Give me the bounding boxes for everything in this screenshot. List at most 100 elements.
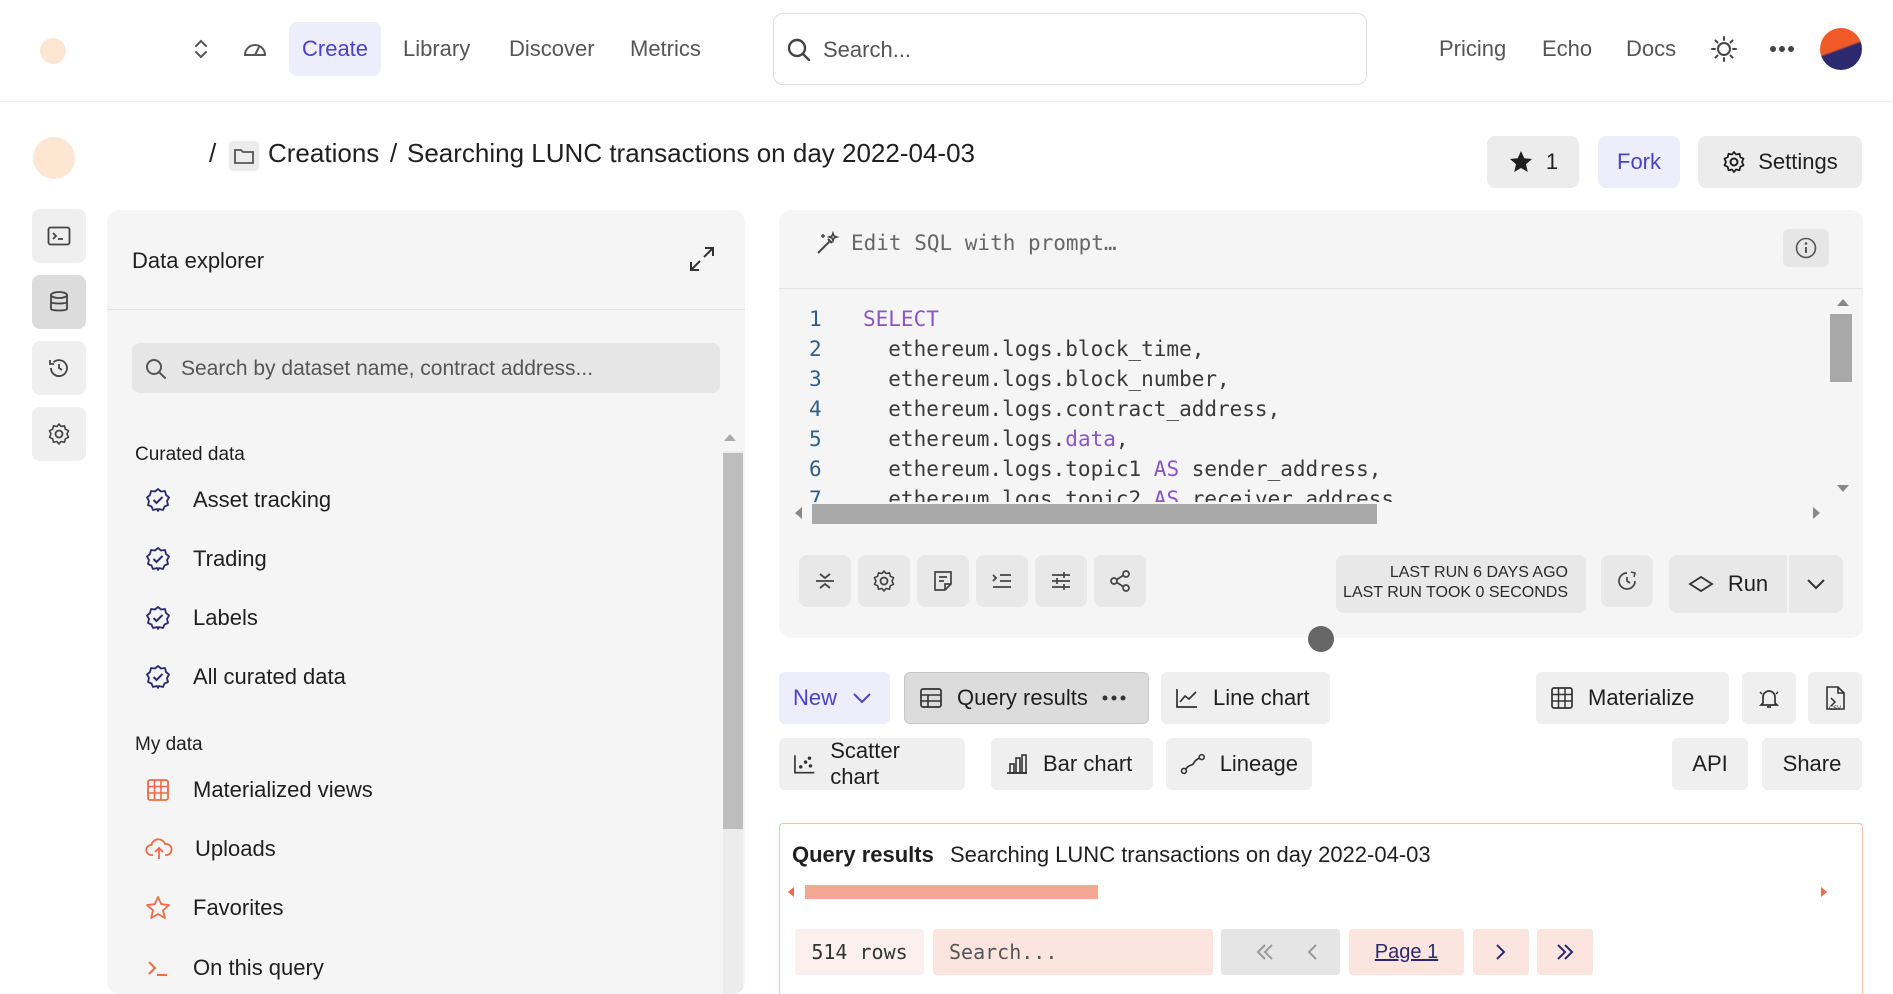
tab-query-results[interactable]: Query results (904, 672, 1149, 724)
nav-discover[interactable]: Discover (496, 22, 608, 76)
tab-line-chart[interactable]: Line chart (1161, 672, 1330, 724)
collapse-icon (816, 573, 834, 589)
share-button[interactable]: Share (1762, 738, 1862, 790)
code-line[interactable]: 2 ethereum.logs.block_time, (809, 337, 1204, 367)
indent-button[interactable] (976, 555, 1028, 607)
scrollbar-thumb[interactable] (723, 453, 743, 829)
avatar[interactable] (1820, 28, 1862, 70)
scroll-up-arrow[interactable] (1837, 299, 1849, 306)
chevron-updown-icon[interactable] (188, 36, 214, 62)
rail-database[interactable] (32, 275, 86, 329)
notes-button[interactable] (917, 555, 969, 607)
prev-page-button[interactable] (1284, 929, 1340, 975)
new-view-dropdown[interactable]: New (779, 672, 890, 724)
lineage-icon (1180, 753, 1205, 775)
schedule-button[interactable] (1601, 555, 1653, 607)
horizontal-scrollbar-thumb[interactable] (805, 885, 1098, 899)
mydata-item-uploads[interactable]: Uploads (145, 829, 276, 869)
materialize-label: Materialize (1588, 685, 1695, 710)
double-chevron-left-icon (1256, 944, 1273, 960)
curated-item-trading[interactable]: Trading (145, 539, 267, 579)
nav-library[interactable]: Library (390, 22, 483, 76)
scroll-up-arrow[interactable] (724, 434, 736, 441)
tab-bar-chart[interactable]: Bar chart (991, 738, 1153, 790)
code-line[interactable]: 5 ethereum.logs.data, (809, 427, 1129, 457)
curated-item-asset-tracking[interactable]: Asset tracking (145, 480, 331, 520)
code-line[interactable]: 4 ethereum.logs.contract_address, (809, 397, 1280, 427)
materialize-button[interactable]: Materialize (1536, 672, 1729, 724)
rail-history[interactable] (32, 341, 86, 395)
breadcrumb-folder[interactable]: Creations (268, 138, 379, 169)
share-link-button[interactable] (1094, 555, 1146, 607)
sun-icon[interactable] (1709, 34, 1739, 64)
indent-list-icon (992, 574, 1011, 588)
tab-bar-chart-label: Bar chart (1043, 751, 1133, 776)
horizontal-scrollbar-thumb[interactable] (812, 504, 1377, 524)
mydata-heading: My data (135, 734, 203, 755)
dataset-search-input[interactable]: Search by dataset name, contract address… (132, 343, 720, 393)
more-icon[interactable] (1767, 34, 1797, 64)
curated-item-all[interactable]: All curated data (145, 657, 346, 697)
editor-settings-button[interactable] (858, 555, 910, 607)
logo[interactable] (40, 38, 66, 64)
tab-lineage[interactable]: Lineage (1166, 738, 1312, 790)
curated-item-labels[interactable]: Labels (145, 598, 258, 638)
results-search-input[interactable]: Search... (933, 929, 1213, 975)
nav-pricing[interactable]: Pricing (1426, 22, 1519, 76)
scroll-right-arrow[interactable] (1813, 507, 1820, 519)
rail-settings[interactable] (32, 407, 86, 461)
nav-docs[interactable]: Docs (1613, 22, 1689, 76)
code-line[interactable]: 3 ethereum.logs.block_number, (809, 367, 1230, 397)
rail-terminal[interactable] (32, 209, 86, 263)
table-grid-icon (147, 779, 169, 801)
code-line[interactable]: 7 ethereum.logs.topic2 AS receiver_addre… (809, 487, 1407, 502)
global-search-input[interactable]: Search... (773, 13, 1367, 85)
alert-button[interactable] (1742, 672, 1796, 724)
mydata-item-on-this-query[interactable]: On this query (145, 948, 324, 988)
format-button[interactable] (799, 555, 851, 607)
settings-button[interactable]: Settings (1698, 136, 1862, 188)
scroll-right-arrow[interactable] (1821, 887, 1827, 897)
expand-icon[interactable] (687, 244, 717, 274)
csv-export-button[interactable]: CSV (1808, 672, 1862, 724)
bar-chart-icon (1007, 754, 1027, 774)
share-nodes-icon (1110, 570, 1130, 592)
info-button[interactable] (1783, 229, 1829, 267)
code-line[interactable]: 1 SELECT (809, 307, 939, 337)
last-page-button[interactable] (1537, 929, 1593, 975)
query-owner-avatar[interactable] (33, 137, 75, 179)
nav-create[interactable]: Create (289, 22, 382, 76)
mydata-item-favorites[interactable]: Favorites (145, 888, 283, 928)
breadcrumb-separator-2: / (390, 138, 398, 168)
vertical-scrollbar-thumb[interactable] (1830, 314, 1852, 382)
nav-echo[interactable]: Echo (1529, 22, 1605, 76)
mydata-item-label: Favorites (193, 895, 284, 920)
resize-handle[interactable] (1308, 626, 1334, 652)
star-button[interactable]: 1 (1487, 136, 1579, 188)
prompt-input[interactable]: Edit SQL with prompt… (851, 231, 1117, 255)
next-page-button[interactable] (1473, 929, 1529, 975)
fork-button[interactable]: Fork (1598, 136, 1680, 188)
mydata-item-materialized-views[interactable]: Materialized views (145, 770, 373, 810)
tab-scatter-chart[interactable]: Scatter chart (779, 738, 965, 790)
scroll-down-arrow[interactable] (1837, 485, 1849, 492)
run-options-button[interactable] (1789, 555, 1843, 613)
scroll-left-arrow[interactable] (788, 887, 794, 897)
verified-badge-icon (146, 665, 170, 689)
folder-icon (229, 141, 259, 171)
scroll-left-arrow[interactable] (795, 507, 802, 519)
breadcrumb-separator: / (209, 138, 217, 168)
query-results-panel: Query results Searching LUNC transaction… (779, 823, 1863, 994)
api-button[interactable]: API (1672, 738, 1748, 790)
settings-label: Settings (1758, 149, 1838, 174)
cloud-upload-icon (145, 838, 173, 859)
nav-metrics[interactable]: Metrics (617, 22, 714, 76)
dashboard-icon[interactable] (240, 36, 270, 62)
run-button[interactable]: Run (1669, 555, 1787, 613)
parameters-button[interactable] (1035, 555, 1087, 607)
code-line[interactable]: 6 ethereum.logs.topic1 AS sender_address… (809, 457, 1381, 487)
page-indicator[interactable]: Page 1 (1349, 929, 1464, 975)
more-icon[interactable] (1102, 695, 1126, 701)
curated-item-label: Asset tracking (193, 487, 332, 512)
row-count: 514 rows (795, 929, 924, 975)
